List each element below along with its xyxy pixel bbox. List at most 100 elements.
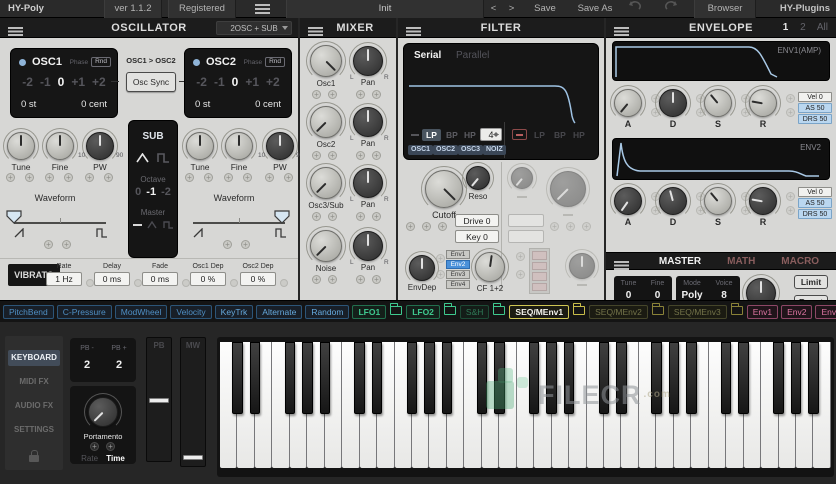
mod-source-alternate[interactable]: Alternate bbox=[256, 304, 303, 319]
env1-mod-4a[interactable] bbox=[786, 94, 795, 103]
env2-r-knob-knob[interactable] bbox=[745, 183, 781, 219]
mw-slider-handle[interactable] bbox=[183, 455, 203, 460]
pb-minus-value[interactable]: 2 bbox=[72, 359, 102, 371]
osc2-wave-mod-slot-2[interactable] bbox=[241, 240, 250, 249]
mod-source-keytrk[interactable]: KeyTrk bbox=[214, 304, 254, 319]
filter2-envdep[interactable] bbox=[560, 249, 604, 283]
env1-drs-box[interactable]: DRS 50 bbox=[798, 114, 832, 124]
env2-s-knob[interactable]: S bbox=[695, 183, 741, 227]
limit-button[interactable]: Limit bbox=[794, 275, 828, 289]
undo-icon[interactable] bbox=[628, 0, 650, 18]
sub-master-wave1-icon[interactable] bbox=[146, 221, 158, 229]
mixer-row3-mod-slot-4[interactable] bbox=[372, 212, 381, 221]
osc1-cent-value[interactable]: 0 cent bbox=[81, 99, 107, 110]
mod-sh-folder-icon[interactable] bbox=[492, 302, 506, 318]
osc-sync-button[interactable]: Osc Sync bbox=[125, 72, 177, 92]
mod-lfo1-button[interactable]: LFO1 bbox=[352, 304, 387, 319]
mixer-row1-mod-slot-4[interactable] bbox=[372, 90, 381, 99]
osc2-octave--1[interactable]: -1 bbox=[214, 75, 225, 89]
filter2-cf-slider[interactable] bbox=[529, 248, 550, 294]
master-tab-math[interactable]: MATH bbox=[727, 253, 755, 271]
mixer-row1-mod-slot-3[interactable] bbox=[356, 90, 365, 99]
osc2-mod-slot-1[interactable] bbox=[185, 173, 194, 182]
osc2-waveform-handle[interactable] bbox=[274, 210, 290, 224]
black-key-after-white-27[interactable] bbox=[686, 342, 697, 414]
filter2-mod-1[interactable] bbox=[516, 252, 525, 261]
osc1-octave--1[interactable]: -1 bbox=[40, 75, 51, 89]
osc1-octave-+1[interactable]: +1 bbox=[71, 75, 85, 89]
sub-wave-triangle-icon[interactable] bbox=[136, 153, 149, 163]
filter2-key-box[interactable] bbox=[508, 230, 544, 243]
mod-seqmenv1-button[interactable]: SEQ/MEnv1 bbox=[509, 304, 570, 319]
black-key-after-white-2[interactable] bbox=[249, 342, 261, 414]
sidebar-item-midi-fx[interactable]: MIDI FX bbox=[8, 374, 60, 390]
sidebar-item-settings[interactable]: SETTINGS bbox=[8, 422, 60, 438]
osc2-phase-mode-button[interactable]: Rnd bbox=[265, 57, 285, 67]
mixer-noise-level-knob[interactable] bbox=[306, 226, 346, 266]
black-key-after-white-26[interactable] bbox=[668, 342, 680, 414]
filter-tab-parallel[interactable]: Parallel bbox=[456, 50, 489, 61]
filter-reso[interactable]: Reso bbox=[457, 162, 499, 201]
black-key-after-white-13[interactable] bbox=[441, 342, 453, 414]
vibrato-mod-dot-2[interactable] bbox=[134, 279, 142, 287]
filter2-type-bp[interactable]: BP bbox=[554, 129, 566, 141]
osc2-octave-+1[interactable]: +1 bbox=[245, 75, 259, 89]
vibrato-mod-dot-4[interactable] bbox=[230, 279, 238, 287]
osc1-fine-knob[interactable] bbox=[42, 128, 78, 164]
spinner-down-icon[interactable] bbox=[493, 134, 499, 137]
filter-cf[interactable]: CF 1+2 bbox=[466, 248, 514, 293]
black-key-after-white-23[interactable] bbox=[616, 342, 627, 414]
osc2-octave-+2[interactable]: +2 bbox=[266, 75, 280, 89]
sub-octave--2[interactable]: -2 bbox=[161, 186, 171, 198]
portamento-mod-slot-1[interactable] bbox=[90, 442, 99, 451]
vibrato-mod-dot-3[interactable] bbox=[182, 279, 190, 287]
env1-r-knob-knob[interactable] bbox=[745, 85, 781, 121]
filter-tab-serial[interactable]: Serial bbox=[414, 50, 441, 61]
filter2-cutoff-knob[interactable] bbox=[546, 167, 590, 211]
mixer-osc3sub-level-knob[interactable] bbox=[306, 163, 346, 203]
prev-preset-button[interactable]: < bbox=[486, 0, 501, 18]
osc2-mod-slot-5[interactable] bbox=[265, 173, 274, 182]
filter-cutoff-mod-slot-3[interactable] bbox=[438, 222, 447, 231]
mixer-row2-mod-slot-2[interactable] bbox=[328, 151, 337, 160]
osc1-waveform-handle[interactable] bbox=[6, 210, 22, 224]
mod-source-velocity[interactable]: Velocity bbox=[170, 304, 212, 319]
env1-r-knob[interactable]: R bbox=[740, 85, 786, 129]
osc1-mod-slot-1[interactable] bbox=[6, 173, 15, 182]
osc2-enable-led[interactable] bbox=[193, 58, 200, 66]
black-key-after-white-15[interactable] bbox=[476, 342, 488, 414]
osc2-semitone-value[interactable]: 0 st bbox=[195, 99, 210, 110]
mixer-row1-mod-slot-2[interactable] bbox=[328, 90, 337, 99]
osc1-pw-knob[interactable] bbox=[82, 128, 118, 164]
env2-vel-box[interactable]: Vel 0 bbox=[798, 187, 832, 197]
black-key-after-white-4[interactable] bbox=[284, 342, 296, 414]
sub-master-off-option[interactable] bbox=[132, 224, 142, 226]
osc1-mod-slot-2[interactable] bbox=[25, 173, 34, 182]
save-button[interactable]: Save bbox=[524, 0, 566, 18]
env2-r-knob[interactable]: R bbox=[740, 183, 786, 227]
env1-s-knob[interactable]: S bbox=[695, 85, 741, 129]
osc1-octave-0[interactable]: 0 bbox=[58, 75, 65, 89]
filter2-cutoff-mod-slot-3[interactable] bbox=[582, 222, 591, 231]
osc2-cent-value[interactable]: 0 cent bbox=[255, 99, 281, 110]
osc1-enable-led[interactable] bbox=[19, 58, 26, 66]
mixer-row3-mod-slot-2[interactable] bbox=[328, 212, 337, 221]
filter1-type-hp[interactable]: HP bbox=[464, 129, 476, 141]
filter-key-box[interactable]: Key 0 bbox=[455, 230, 499, 243]
env2-d-knob[interactable]: D bbox=[650, 183, 696, 227]
sidebar-item-keyboard[interactable]: KEYBOARD bbox=[8, 350, 60, 366]
vibrato-fade-value[interactable]: 0 ms bbox=[142, 272, 178, 286]
mod-source-cpressure[interactable]: C-Pressure bbox=[56, 304, 112, 319]
env2-a-knob[interactable]: A bbox=[605, 183, 651, 227]
mod-seq2-folder-icon[interactable] bbox=[651, 302, 665, 318]
osc1-phase-mode-button[interactable]: Rnd bbox=[91, 57, 111, 67]
mod-env1-button[interactable]: Env1 bbox=[746, 304, 779, 319]
black-key-after-white-33[interactable] bbox=[790, 342, 802, 414]
mixer-row1-mod-slot-1[interactable] bbox=[312, 90, 321, 99]
black-key-after-white-9[interactable] bbox=[371, 342, 383, 414]
osc2-pw-knob[interactable] bbox=[262, 128, 298, 164]
preset-name-display[interactable]: Init bbox=[286, 0, 484, 18]
osc2-wave-mod-slot-1[interactable] bbox=[223, 240, 232, 249]
filter-envdep-knob[interactable] bbox=[405, 251, 439, 285]
black-key-after-white-16[interactable] bbox=[494, 342, 505, 414]
